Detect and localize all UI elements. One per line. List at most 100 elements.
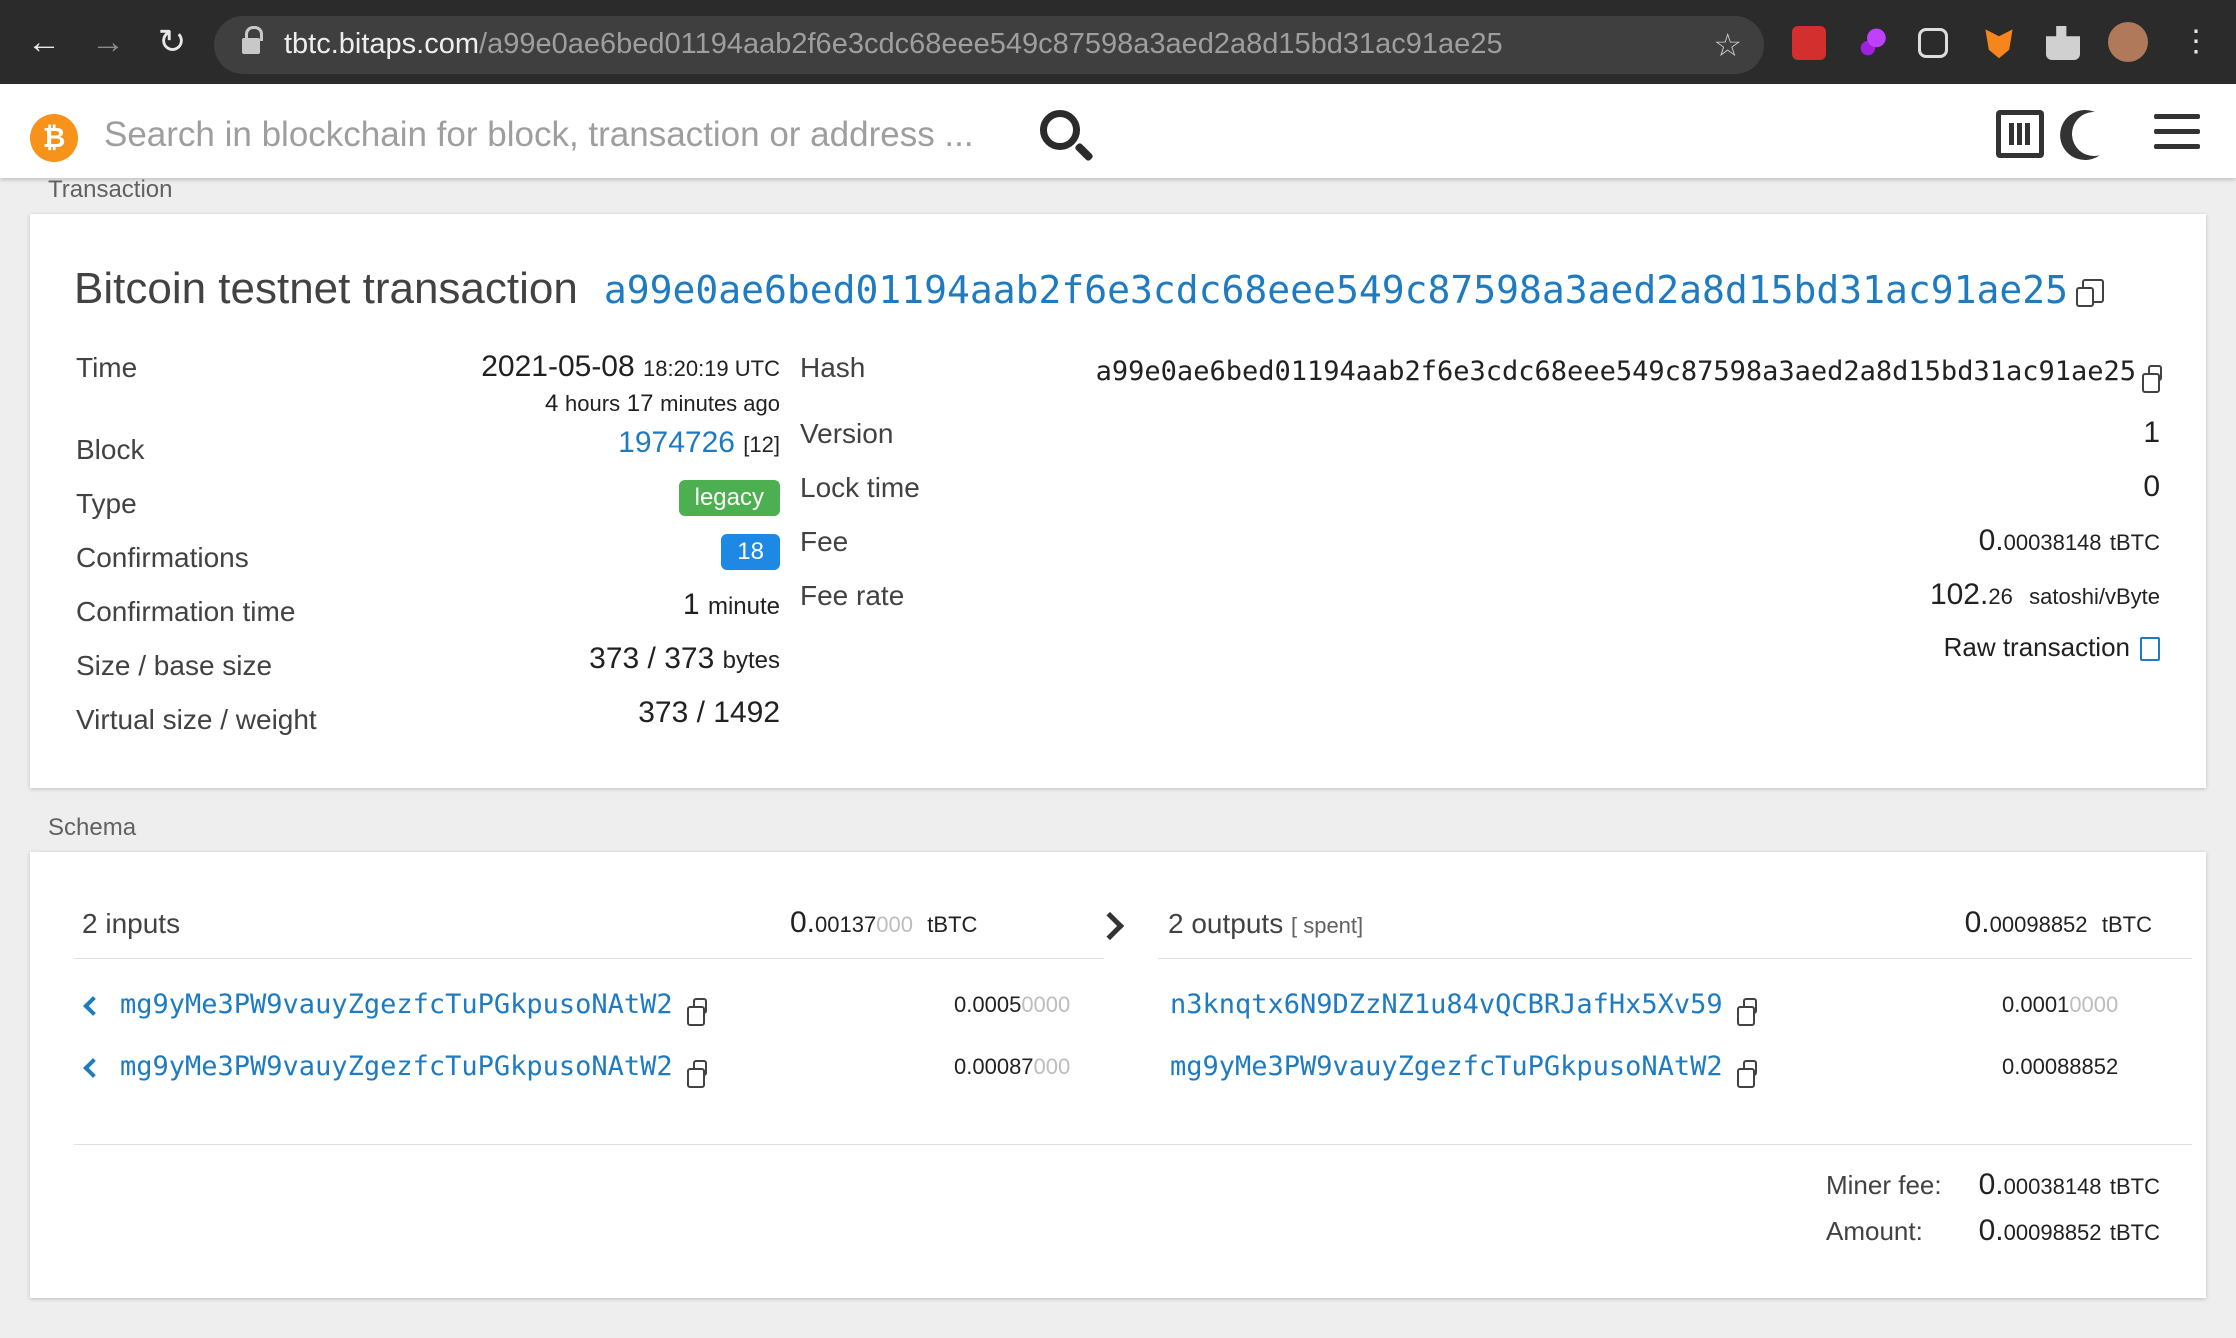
confirmation-time-label: Confirmation time [76, 596, 296, 627]
outputs-total-unit: tBTC [2101, 912, 2152, 937]
raw-transaction-link[interactable]: Raw transaction [1944, 632, 2160, 663]
transaction-section-label: Transaction [48, 176, 173, 203]
input-amount: 0.00087000 [954, 1054, 1070, 1080]
amount-label: Amount: [1826, 1216, 1923, 1246]
inputs-total-int: 0. [790, 906, 816, 939]
output-amount-frac: 00088852 [2020, 1054, 2119, 1079]
fee-rate-label: Fee rate [800, 580, 905, 611]
inputs-title: 2 inputs [82, 908, 181, 939]
time-value: 2021-05-08 18:20:19 UTC [481, 350, 780, 384]
amount-frac: 00098852 [2003, 1220, 2102, 1245]
outputs-total-int: 0. [1964, 906, 1990, 939]
input-address-link[interactable]: mg9yMe3PW9vauyZgezfcTuPGkpusoNAtW2 [120, 1051, 673, 1082]
input-amount-frac: 0005 [972, 992, 1022, 1017]
outputs-title-text: 2 outputs [1168, 908, 1284, 939]
back-icon[interactable]: ← [24, 22, 64, 62]
amount-int: 0. [1978, 1214, 2004, 1247]
version-value: 1 [2143, 416, 2160, 449]
copy-icon[interactable] [2076, 279, 2105, 308]
dark-mode-moon-icon[interactable] [2066, 106, 2122, 162]
fee-frac: 00038148 [2003, 530, 2102, 555]
input-address-link[interactable]: mg9yMe3PW9vauyZgezfcTuPGkpusoNAtW2 [120, 989, 673, 1020]
title-tx-hash-link[interactable]: a99e0ae6bed01194aab2f6e3cdc68eee549c8759… [604, 268, 2068, 312]
page-title: Bitcoin testnet transaction a99e0ae6bed01… [74, 264, 2105, 314]
fee-rate-value: 102.26 satoshi/vByte [1930, 578, 2160, 612]
chevron-right-icon [1095, 911, 1125, 941]
age-minutes: 17 [626, 390, 654, 417]
block-index: [12] [743, 432, 780, 457]
input-amount-int: 0. [954, 1054, 973, 1079]
hash-text: a99e0ae6bed01194aab2f6e3cdc68eee549c8759… [1095, 356, 2136, 387]
schema-card: 2 inputs 0.00137000 tBTC 2 outputs [ spe… [30, 852, 2206, 1298]
feerate-int: 102. [1929, 578, 1989, 611]
browser-menu-icon[interactable]: ⋮ [2176, 22, 2216, 62]
url-text[interactable]: tbtc.bitaps.com/a99e0ae6bed01194aab2f6e3… [284, 28, 1503, 61]
input-amount: 0.00050000 [954, 992, 1070, 1018]
feerate-unit: satoshi/vByte [2029, 584, 2160, 609]
type-label: Type [76, 488, 137, 519]
fee-unit: tBTC [2109, 530, 2160, 555]
size-label: Size / base size [76, 650, 273, 681]
copy-icon[interactable] [686, 1059, 707, 1088]
conf-time-unit: minute [707, 593, 780, 620]
bookmark-star-icon[interactable]: ☆ [1713, 26, 1742, 64]
age-minutes-unit: minutes ago [660, 391, 780, 416]
metamask-fox-icon[interactable] [1985, 29, 2013, 59]
fee-label: Fee [800, 526, 849, 557]
vsize-value: 373 / 1492 [638, 696, 780, 729]
hamburger-menu-icon[interactable] [2154, 114, 2200, 150]
copy-icon[interactable] [2142, 364, 2162, 393]
time-age: 4 hours 17 minutes ago [545, 390, 780, 418]
chevron-left-icon [83, 1057, 103, 1078]
output-row[interactable]: n3knqtx6N9DZzNZ1u84vQCBRJafHx5Xv59 [1170, 988, 1757, 1026]
output-address-link[interactable]: n3knqtx6N9DZzNZ1u84vQCBRJafHx5Xv59 [1170, 989, 1723, 1020]
bitaps-logo[interactable]: ₿ [30, 114, 78, 162]
outputs-total-frac: 00098852 [1989, 912, 2088, 937]
input-row[interactable]: mg9yMe3PW9vauyZgezfcTuPGkpusoNAtW2 [83, 1050, 707, 1088]
inputs-divider [74, 958, 1104, 959]
outputs-spent: [ spent] [1290, 913, 1364, 938]
inputs-total-frac: 00137 [815, 912, 877, 937]
browser-toolbar: ← → ↻ tbtc.bitaps.com/a99e0ae6bed01194aa… [0, 0, 2236, 84]
output-row[interactable]: mg9yMe3PW9vauyZgezfcTuPGkpusoNAtW2 [1170, 1050, 1757, 1088]
schema-section-label: Schema [48, 814, 137, 841]
input-amount-int: 0. [954, 992, 973, 1017]
copy-icon[interactable] [686, 997, 707, 1026]
age-hours: 4 [545, 390, 559, 417]
time-clock: 18:20:19 UTC [643, 356, 780, 381]
code-file-icon [2140, 637, 2160, 662]
inputs-total-unit: tBTC [927, 912, 978, 937]
copy-icon[interactable] [1736, 997, 1757, 1026]
input-amount-trail: 000 [1033, 1054, 1071, 1079]
size-unit: bytes [722, 647, 780, 674]
hash-label: Hash [800, 352, 866, 383]
outputs-total: 0.00098852 tBTC [1965, 906, 2152, 940]
pocket-icon[interactable] [1918, 28, 1948, 58]
output-amount-frac: 0001 [2020, 992, 2070, 1017]
address-bar[interactable]: tbtc.bitaps.com/a99e0ae6bed01194aab2f6e3… [214, 16, 1764, 74]
block-link[interactable]: 1974726 [618, 426, 735, 459]
output-address-link[interactable]: mg9yMe3PW9vauyZgezfcTuPGkpusoNAtW2 [1170, 1051, 1723, 1082]
reload-icon[interactable]: ↻ [152, 22, 192, 62]
copy-icon[interactable] [1736, 1059, 1757, 1088]
profile-avatar[interactable] [2108, 22, 2148, 62]
miner-fee-frac: 00038148 [2003, 1174, 2102, 1199]
version-label: Version [800, 418, 894, 449]
input-row[interactable]: mg9yMe3PW9vauyZgezfcTuPGkpusoNAtW2 [83, 988, 707, 1026]
confirmations-badge: 18 [721, 534, 780, 570]
locktime-label: Lock time [800, 472, 920, 503]
extensions-puzzle-icon[interactable] [2046, 26, 2080, 60]
input-amount-frac: 00087 [972, 1054, 1034, 1079]
size-value: 373 / 373 bytes [589, 642, 780, 676]
summary-divider [74, 1144, 2192, 1145]
forward-icon[interactable]: → [88, 22, 128, 62]
locktime-value: 0 [2143, 470, 2160, 503]
search-input[interactable] [104, 110, 984, 160]
qr-scan-icon[interactable] [1996, 110, 2044, 158]
raw-transaction-text: Raw transaction [1943, 632, 2130, 662]
miner-fee-unit: tBTC [2109, 1174, 2160, 1199]
extension-dots-icon[interactable] [1856, 26, 1890, 60]
extension-lastpass-icon[interactable] [1792, 26, 1826, 60]
age-hours-unit: hours [565, 391, 621, 416]
search-icon[interactable] [1034, 104, 1096, 166]
